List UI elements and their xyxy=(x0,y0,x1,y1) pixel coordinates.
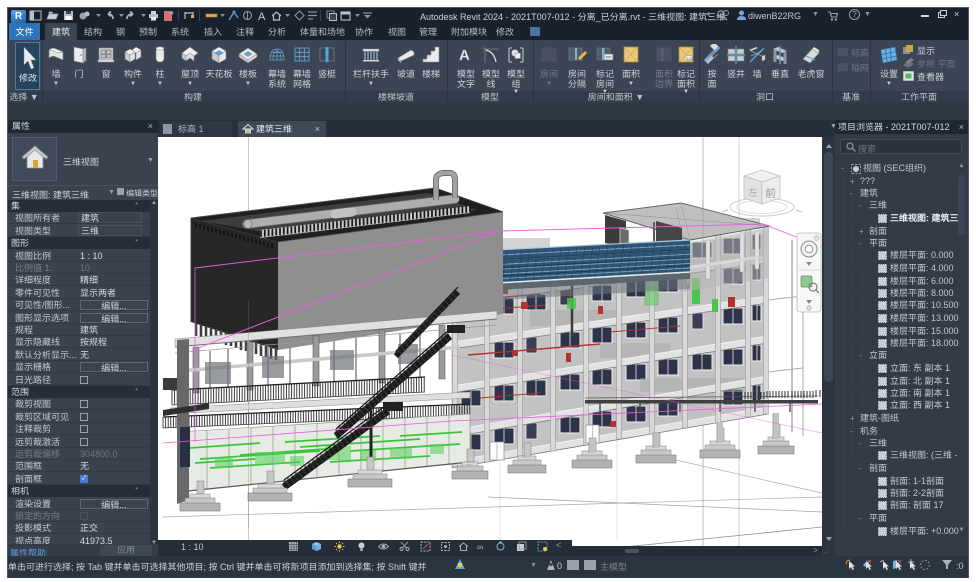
svg-text:左: 左 xyxy=(748,184,758,199)
svg-text:前: 前 xyxy=(765,185,776,201)
svg-text:∞: ∞ xyxy=(477,542,483,552)
svg-text:101: 101 xyxy=(687,56,694,61)
svg-text:A: A xyxy=(258,11,266,22)
svg-text:A: A xyxy=(459,47,470,64)
